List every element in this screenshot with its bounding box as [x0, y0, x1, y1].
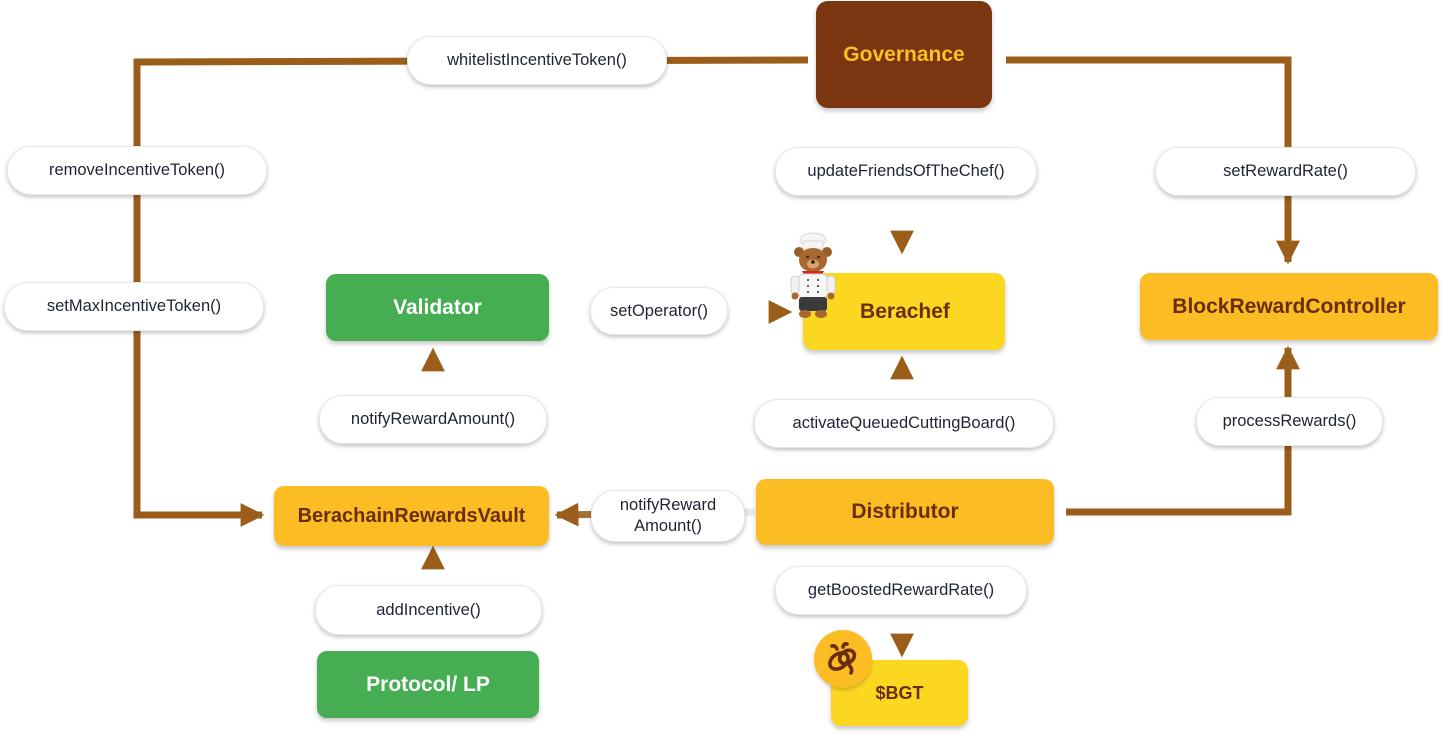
- protocol-lp-node[interactable]: Protocol/ LP: [317, 651, 539, 718]
- notify-reward-amount-vault-line2: Amount(): [634, 517, 702, 535]
- governance-node[interactable]: Governance: [816, 1, 992, 108]
- process-rewards-label: processRewards(): [1196, 397, 1383, 446]
- bee-icon: [814, 630, 872, 688]
- set-operator-label: setOperator(): [590, 287, 728, 335]
- berachain-rewards-vault-node[interactable]: BerachainRewardsVault: [274, 486, 549, 546]
- whitelist-incentive-token-label: whitelistIncentiveToken(): [407, 36, 667, 85]
- berachef-label: Berachef: [860, 299, 950, 323]
- set-reward-rate-label: setRewardRate(): [1155, 147, 1416, 196]
- notify-reward-amount-validator-label: notifyRewardAmount(): [319, 395, 547, 444]
- notify-reward-amount-vault-label: notifyReward Amount(): [591, 490, 745, 542]
- get-boosted-reward-rate-label: getBoostedRewardRate(): [775, 566, 1027, 615]
- update-friends-of-the-chef-label: updateFriendsOfTheChef(): [775, 147, 1037, 196]
- connector-wires: [133, 56, 1300, 660]
- add-incentive-label: addIncentive(): [315, 585, 542, 635]
- distributor-node[interactable]: Distributor: [756, 479, 1054, 545]
- validator-node[interactable]: Validator: [326, 274, 549, 341]
- set-max-incentive-token-label: setMaxIncentiveToken(): [4, 282, 264, 331]
- block-reward-controller-node[interactable]: BlockRewardController: [1140, 273, 1438, 340]
- remove-incentive-token-label: removeIncentiveToken(): [7, 146, 267, 195]
- activate-queued-cutting-board-label: activateQueuedCuttingBoard(): [754, 399, 1054, 448]
- notify-reward-amount-vault-line1: notifyReward: [619, 496, 717, 515]
- chef-bear-icon: [786, 232, 840, 320]
